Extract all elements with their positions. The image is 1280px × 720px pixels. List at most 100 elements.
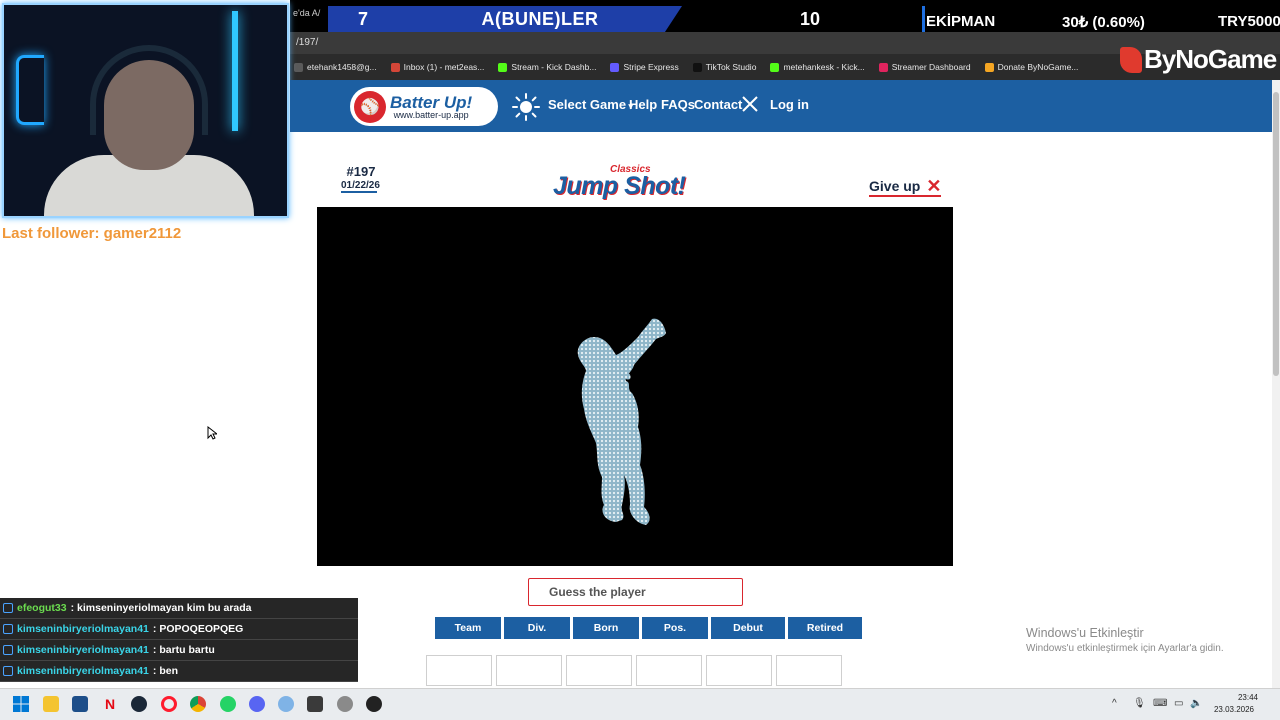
chat-message: kimseninbiryeriolmayan41 : bartu bartu bbox=[0, 640, 358, 661]
score-left: 7 bbox=[328, 6, 398, 32]
chat-message: efeogut33 : kimseninyeriolmayan kim bu a… bbox=[0, 598, 358, 619]
chat-text: : kimseninyeriolmayan kim bu arada bbox=[70, 602, 252, 614]
nav-faqs[interactable]: FAQs bbox=[661, 97, 695, 112]
file-explorer-icon[interactable] bbox=[43, 696, 59, 712]
microphone-icon[interactable]: 🎙 bbox=[1133, 698, 1146, 709]
x-twitter-icon[interactable] bbox=[741, 95, 759, 113]
game-title: Jump Shot! bbox=[553, 172, 686, 200]
windows-activate-subtitle: Windows'u etkinleştirmek için Ayarlar'a … bbox=[1026, 643, 1224, 654]
puzzle-date[interactable]: 01/22/26 bbox=[341, 180, 380, 193]
chrome-icon[interactable] bbox=[190, 696, 206, 712]
taskbar-time[interactable]: 23:44 bbox=[1228, 693, 1268, 702]
browser-tab-fragment[interactable]: e'da A/ bbox=[293, 8, 320, 18]
close-icon: ✕ bbox=[926, 176, 942, 196]
logo-url: www.batter-up.app bbox=[393, 109, 469, 120]
guess-cell bbox=[706, 655, 772, 686]
settings-icon[interactable] bbox=[337, 696, 353, 712]
chat-username[interactable]: kimseninbiryeriolmayan41 bbox=[17, 665, 149, 677]
nav-select-game[interactable]: Select Game bbox=[548, 97, 633, 112]
store-icon[interactable] bbox=[72, 696, 88, 712]
give-up-button[interactable]: Give up ✕ bbox=[869, 176, 942, 197]
whatsapp-icon[interactable] bbox=[220, 696, 236, 712]
bynogame-icon bbox=[1120, 46, 1142, 73]
obs-icon[interactable] bbox=[366, 696, 382, 712]
discord-icon[interactable] bbox=[249, 696, 265, 712]
opera-icon[interactable] bbox=[161, 696, 177, 712]
bookmark-item[interactable]: Inbox (1) - met2eas... bbox=[390, 62, 485, 72]
ekipman-label: EKİPMAN bbox=[926, 13, 996, 30]
account-icon bbox=[294, 62, 303, 72]
logo-title: Batter Up! bbox=[390, 92, 473, 112]
bookmark-label: Stream - Kick Dashb... bbox=[511, 62, 597, 72]
kick-icon bbox=[498, 62, 508, 72]
bookmark-label: etehank1458@g... bbox=[307, 62, 377, 72]
chat-overlay: efeogut33 : kimseninyeriolmayan kim bu a… bbox=[0, 598, 358, 682]
chat-message: kimseninbiryeriolmayan41 : ben bbox=[0, 661, 358, 682]
guess-cell bbox=[426, 655, 492, 686]
app-icon[interactable] bbox=[307, 696, 323, 712]
tray-chevron-icon[interactable]: ^ bbox=[1112, 698, 1117, 709]
batter-up-logo[interactable]: ⚾ Batter Up! www.batter-up.app bbox=[350, 87, 498, 126]
netflix-icon[interactable]: N bbox=[102, 696, 118, 712]
bookmark-item[interactable]: metehankesk - Kick... bbox=[770, 62, 865, 72]
address-text[interactable]: /197/ bbox=[296, 37, 318, 48]
guess-player-input[interactable]: Guess the player bbox=[528, 578, 743, 606]
mouse-cursor-icon bbox=[207, 426, 217, 440]
steam-icon[interactable] bbox=[131, 696, 147, 712]
nav-contact[interactable]: Contact bbox=[694, 97, 742, 112]
guess-cell bbox=[636, 655, 702, 686]
bookmark-label: Streamer Dashboard bbox=[891, 62, 971, 72]
kick-badge-icon bbox=[3, 645, 13, 655]
bookmark-item[interactable]: Donate ByNoGame... bbox=[984, 62, 1079, 72]
led-light-left bbox=[16, 55, 44, 125]
nav-help[interactable]: Help bbox=[629, 97, 657, 112]
last-follower: Last follower: gamer2112 bbox=[2, 225, 182, 242]
bookmark-item[interactable]: TikTok Studio bbox=[692, 62, 757, 72]
dashboard-icon bbox=[878, 62, 888, 72]
keyboard-icon[interactable]: ⌨ bbox=[1153, 698, 1167, 709]
column-header: Retired bbox=[788, 617, 862, 639]
score-right: 10 bbox=[700, 6, 920, 32]
guess-cell bbox=[496, 655, 562, 686]
puzzle-number: #197 bbox=[346, 164, 376, 179]
column-header: Debut bbox=[711, 617, 785, 639]
column-header: Pos. bbox=[642, 617, 708, 639]
kick-badge-icon bbox=[3, 666, 13, 676]
bookmark-label: Inbox (1) - met2eas... bbox=[403, 62, 485, 72]
windows-start-icon[interactable] bbox=[13, 696, 29, 712]
settings-gear-icon[interactable] bbox=[278, 696, 294, 712]
chat-username[interactable]: kimseninbiryeriolmayan41 bbox=[17, 644, 149, 656]
batter-logo-icon: ⚾ bbox=[354, 90, 386, 123]
bynogame-logo: ByNoGame bbox=[1120, 44, 1277, 75]
nav-login[interactable]: Log in bbox=[770, 97, 809, 112]
bookmark-item[interactable]: Stream - Kick Dashb... bbox=[498, 62, 596, 72]
chat-username[interactable]: efeogut33 bbox=[17, 602, 67, 614]
chat-username[interactable]: kimseninbiryeriolmayan41 bbox=[17, 623, 149, 635]
taskbar-date[interactable]: 23.03.2026 bbox=[1210, 705, 1258, 714]
bookmark-item[interactable]: Stripe Express bbox=[610, 62, 679, 72]
stripe-icon bbox=[610, 62, 620, 72]
network-icon[interactable]: ▭ bbox=[1174, 698, 1183, 709]
gmail-icon bbox=[390, 62, 400, 72]
donation-percent: 30₺ (0.60%) bbox=[1062, 14, 1145, 31]
chat-text: : bartu bartu bbox=[152, 644, 215, 656]
chat-text: : POPOQEOPQEG bbox=[152, 623, 244, 635]
attribute-headers: Team Div. Born Pos. Debut Retired bbox=[435, 617, 862, 639]
bookmark-label: metehankesk - Kick... bbox=[783, 62, 865, 72]
volume-icon[interactable]: 🔈 bbox=[1190, 698, 1202, 709]
bookmark-label: TikTok Studio bbox=[705, 62, 757, 72]
guess-cell bbox=[776, 655, 842, 686]
headset bbox=[90, 45, 208, 135]
bookmark-label: Donate ByNoGame... bbox=[997, 62, 1079, 72]
scrollbar-thumb[interactable] bbox=[1273, 92, 1279, 376]
bookmark-item[interactable]: etehank1458@g... bbox=[294, 62, 377, 72]
led-light-right bbox=[232, 11, 238, 131]
chat-message: kimseninbiryeriolmayan41 : POPOQEOPQEG bbox=[0, 619, 358, 640]
kick-icon bbox=[770, 62, 780, 72]
theme-toggle-icon[interactable] bbox=[512, 93, 540, 121]
team-banner: A(BUNE)LER bbox=[398, 6, 682, 32]
bookmark-item[interactable]: Streamer Dashboard bbox=[878, 62, 971, 72]
bynogame-text: ByNoGame bbox=[1144, 44, 1277, 74]
give-up-label: Give up bbox=[869, 178, 921, 194]
tiktok-icon bbox=[692, 62, 702, 72]
